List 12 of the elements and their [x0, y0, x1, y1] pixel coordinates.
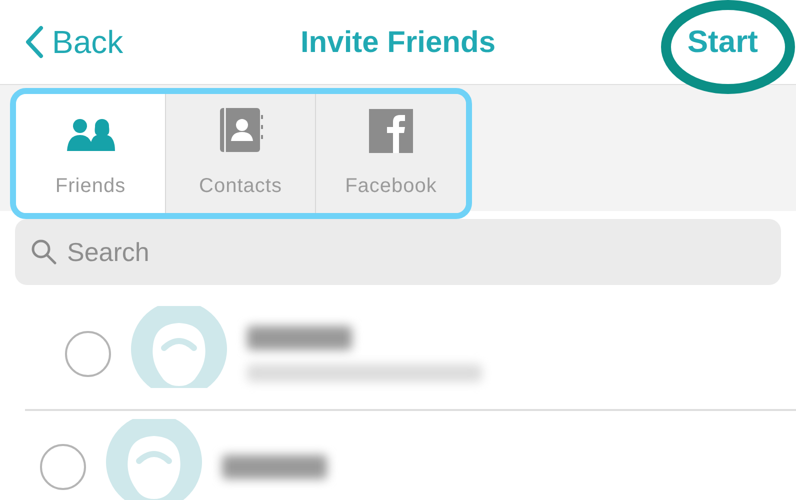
facebook-icon [369, 108, 413, 152]
back-button[interactable]: Back [24, 18, 124, 66]
chevron-left-icon [24, 25, 44, 59]
select-radio[interactable] [65, 331, 111, 377]
select-radio[interactable] [40, 444, 86, 490]
address-book-icon [218, 106, 264, 152]
avatar-icon [106, 419, 202, 500]
screen-title: Invite Friends [300, 24, 496, 60]
tab[interactable]: Friends [16, 94, 166, 213]
search-icon [31, 239, 57, 265]
people-icon [66, 116, 116, 152]
search-field[interactable]: Search [15, 219, 781, 285]
